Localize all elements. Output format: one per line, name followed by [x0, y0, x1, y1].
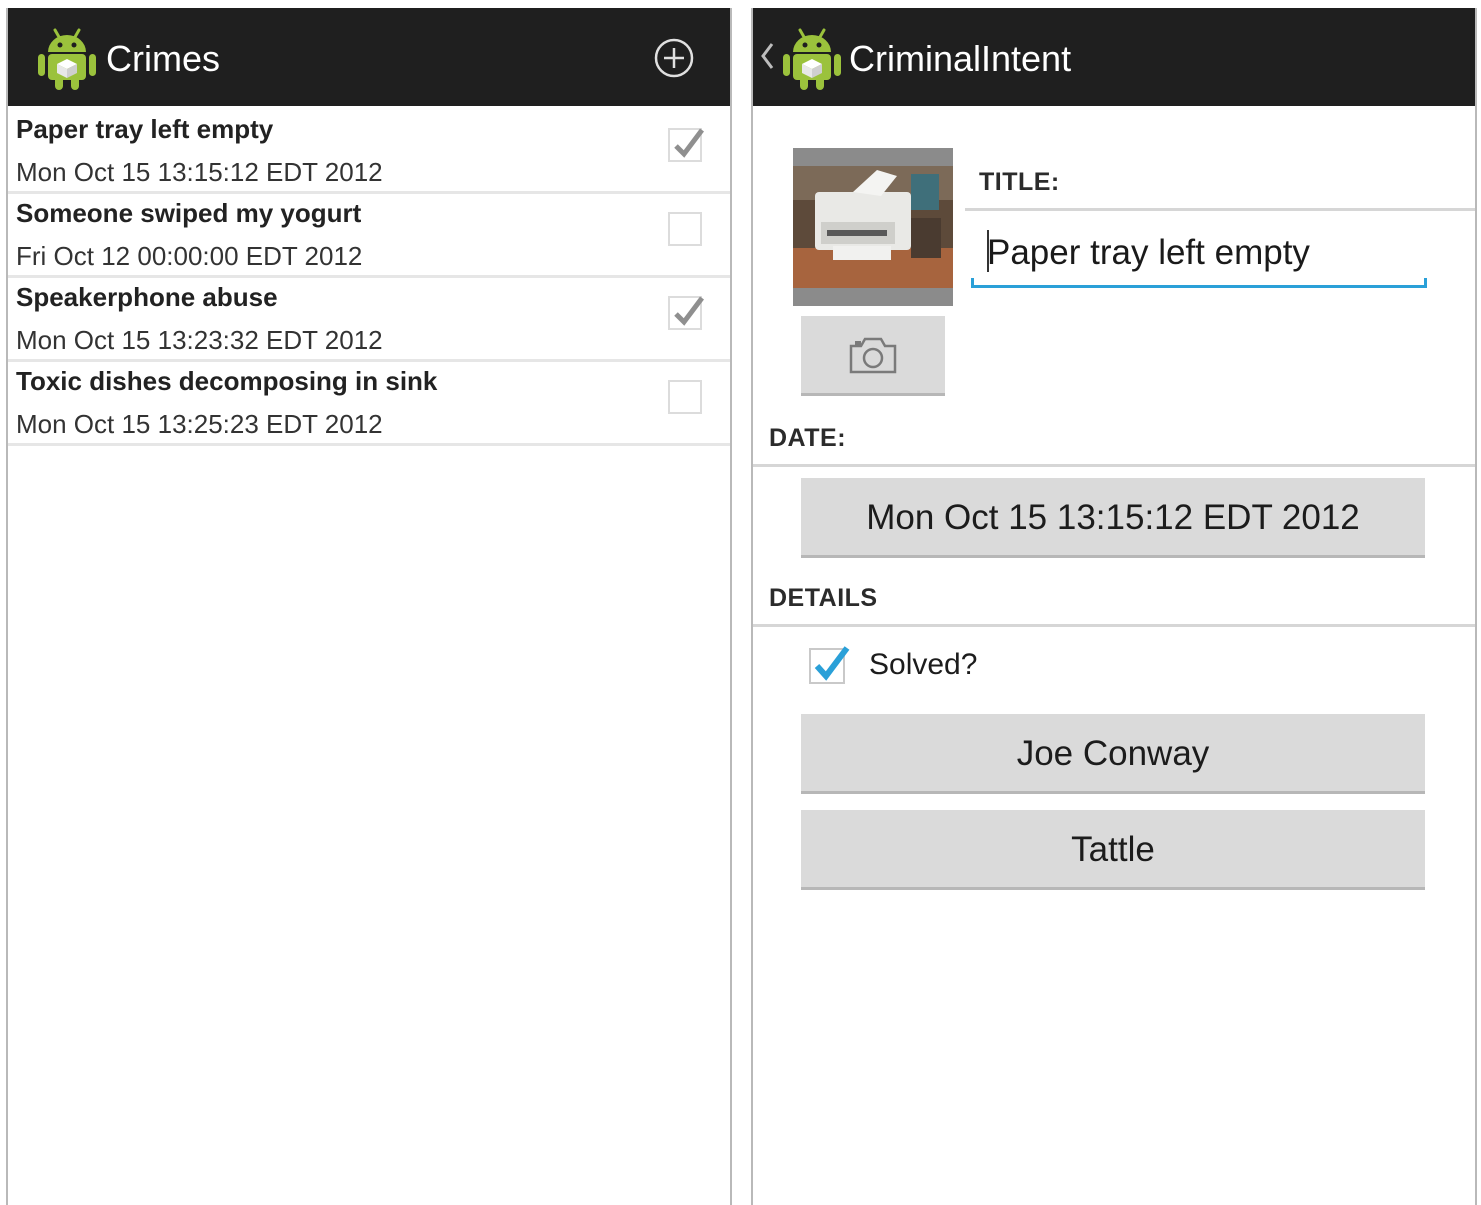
crime-title: Someone swiped my yogurt — [16, 198, 362, 228]
title-field[interactable] — [973, 222, 1425, 284]
android-app-icon — [38, 28, 96, 90]
crime-title: Paper tray left empty — [16, 114, 274, 144]
printer-photo — [793, 148, 953, 306]
send-report-button[interactable]: Tattle — [801, 810, 1425, 890]
solved-label: Solved? — [869, 648, 978, 681]
solved-checkbox[interactable] — [668, 380, 702, 414]
crime-title: Toxic dishes decomposing in sink — [16, 366, 438, 396]
android-app-icon[interactable] — [781, 24, 843, 92]
details-label: DETAILS — [769, 584, 878, 612]
title-field-underline — [971, 278, 1427, 288]
solved-checkbox[interactable] — [668, 212, 702, 246]
checkmark-icon — [674, 296, 704, 326]
list-item[interactable]: Someone swiped my yogurt Fri Oct 12 00:0… — [8, 194, 730, 278]
choose-suspect-button[interactable]: Joe Conway — [801, 714, 1425, 794]
title-divider — [965, 208, 1475, 211]
screen-title: Crimes — [106, 38, 220, 79]
chevron-left-icon[interactable] — [759, 38, 775, 74]
text-cursor — [987, 230, 989, 272]
list-item[interactable]: Paper tray left empty Mon Oct 15 13:15:1… — [8, 110, 730, 194]
list-item[interactable]: Speakerphone abuse Mon Oct 15 13:23:32 E… — [8, 278, 730, 362]
crime-list-screen: Crimes Paper tray left empty Mon Oct 15 … — [6, 8, 732, 1205]
camera-button[interactable] — [801, 316, 945, 396]
date-button[interactable]: Mon Oct 15 13:15:12 EDT 2012 — [801, 478, 1425, 558]
crime-detail-screen: CriminalIntent TITLE: DATE: Mo — [751, 8, 1477, 1205]
solved-checkbox[interactable] — [668, 128, 704, 162]
plus-circle-icon[interactable] — [654, 38, 694, 78]
crime-date: Fri Oct 12 00:00:00 EDT 2012 — [16, 241, 363, 271]
solved-checkbox[interactable] — [668, 296, 704, 330]
date-label: DATE: — [769, 424, 847, 452]
crime-date: Mon Oct 15 13:15:12 EDT 2012 — [16, 157, 383, 187]
list-item[interactable]: Toxic dishes decomposing in sink Mon Oct… — [8, 362, 730, 446]
crime-photo[interactable] — [793, 148, 953, 306]
details-divider — [753, 624, 1475, 627]
solved-checkbox[interactable] — [809, 646, 850, 684]
checkmark-icon — [674, 128, 704, 158]
action-bar: CriminalIntent — [753, 8, 1475, 106]
crime-date: Mon Oct 15 13:23:32 EDT 2012 — [16, 325, 383, 355]
action-bar: Crimes — [8, 8, 730, 106]
title-label: TITLE: — [979, 168, 1060, 196]
date-divider — [753, 464, 1475, 467]
camera-icon — [849, 337, 897, 374]
screen-title: CriminalIntent — [849, 38, 1072, 79]
checkmark-icon — [814, 646, 850, 681]
crime-date: Mon Oct 15 13:25:23 EDT 2012 — [16, 409, 383, 439]
crime-title: Speakerphone abuse — [16, 282, 278, 312]
